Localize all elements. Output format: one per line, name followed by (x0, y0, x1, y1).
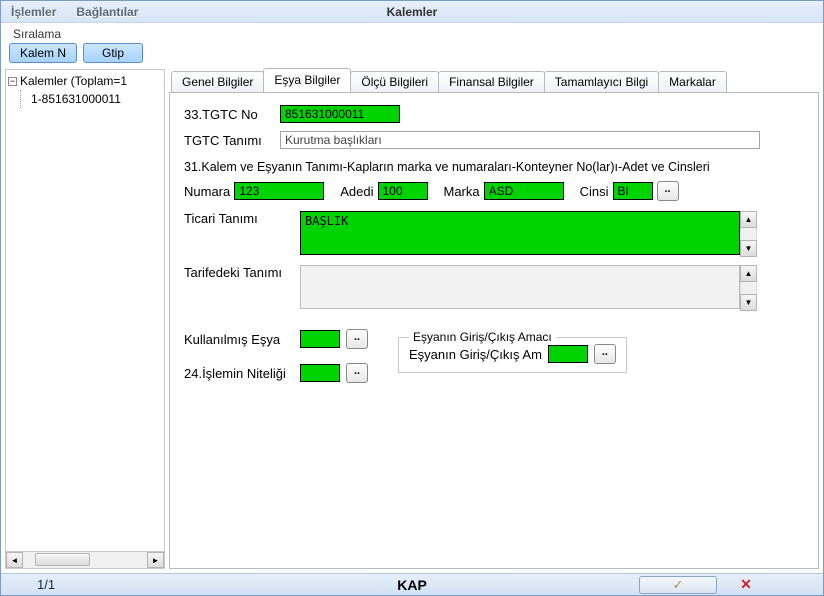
cinsi-label: Cinsi (580, 184, 609, 199)
tabs: Genel Bilgiler Eşya Bilgiler Ölçü Bilgil… (169, 69, 819, 93)
ticari-scrollbar[interactable]: ▲ ▼ (740, 211, 757, 257)
menu-islemler[interactable]: İşlemler (1, 1, 66, 23)
scroll-left-icon[interactable]: ◄ (6, 552, 23, 568)
tree-root[interactable]: − Kalemler (Toplam=1 (6, 72, 164, 90)
tgtc-no-label: 33.TGTC No (184, 107, 274, 122)
ticari-label: Ticari Tanımı (184, 211, 294, 226)
kullanilmis-label: Kullanılmış Eşya (184, 332, 294, 347)
sort-gtip-button[interactable]: Gtip (83, 43, 143, 63)
giris-amac-lookup-button[interactable]: .. (594, 344, 616, 364)
tgtc-tanim-field[interactable] (280, 131, 760, 149)
ticari-textarea[interactable] (300, 211, 740, 255)
tree-list: − Kalemler (Toplam=1 1-851631000011 (6, 70, 164, 551)
tree-scrollbar[interactable]: ◄ ► (6, 551, 164, 568)
menu-baglantilar[interactable]: Bağlantılar (66, 1, 148, 23)
collapse-icon[interactable]: − (8, 77, 17, 86)
body: − Kalemler (Toplam=1 1-851631000011 ◄ ► … (1, 69, 823, 573)
scroll-up-icon[interactable]: ▲ (740, 211, 757, 228)
tab-panel-esya: 33.TGTC No TGTC Tanımı 31.Kalem ve Eşyan… (169, 93, 819, 569)
delete-icon: ✕ (740, 576, 752, 593)
cinsi-lookup-button[interactable]: .. (657, 181, 679, 201)
adedi-label: Adedi (340, 184, 373, 199)
window: İşlemler Bağlantılar Kalemler Sıralama K… (0, 0, 824, 596)
tarifedeki-scrollbar[interactable]: ▲ ▼ (740, 265, 757, 311)
tab-genel[interactable]: Genel Bilgiler (171, 71, 264, 92)
sort-label: Sıralama (13, 27, 815, 41)
titlebar: İşlemler Bağlantılar Kalemler (1, 1, 823, 23)
numara-field[interactable] (234, 182, 324, 200)
tab-esya[interactable]: Eşya Bilgiler (263, 68, 351, 92)
tab-finansal[interactable]: Finansal Bilgiler (438, 71, 545, 92)
record-counter: 1/1 (37, 577, 55, 592)
sort-kalem-button[interactable]: Kalem N (9, 43, 77, 63)
tab-markalar[interactable]: Markalar (658, 71, 727, 92)
scroll-thumb[interactable] (35, 553, 90, 566)
tab-olcu[interactable]: Ölçü Bilgileri (350, 71, 439, 92)
giris-amac-label: Eşyanın Giriş/Çıkış Am (409, 347, 542, 362)
tabs-pane: Genel Bilgiler Eşya Bilgiler Ölçü Bilgil… (169, 69, 819, 569)
marka-field[interactable] (484, 182, 564, 200)
scroll-down-icon[interactable]: ▼ (740, 294, 757, 311)
scroll-track[interactable] (23, 552, 147, 568)
islem-nitelik-lookup-button[interactable]: .. (346, 363, 368, 383)
tarifedeki-textarea[interactable] (300, 265, 740, 309)
kullanilmis-lookup-button[interactable]: .. (346, 329, 368, 349)
scroll-right-icon[interactable]: ► (147, 552, 164, 568)
tgtc-no-field[interactable] (280, 105, 400, 123)
numara-label: Numara (184, 184, 230, 199)
islem-nitelik-field[interactable] (300, 364, 340, 382)
tab-tamamlayici[interactable]: Tamamlayıcı Bilgi (544, 71, 659, 92)
islem-nitelik-label: 24.İşlemin Niteliği (184, 366, 294, 381)
sort-bar: Sıralama Kalem N Gtip (1, 23, 823, 69)
giris-amac-field[interactable] (548, 345, 588, 363)
check-icon: ✓ (673, 577, 684, 593)
tree-item[interactable]: 1-851631000011 (20, 90, 164, 108)
cinsi-field[interactable] (613, 182, 653, 200)
adedi-field[interactable] (378, 182, 428, 200)
scroll-up-icon[interactable]: ▲ (740, 265, 757, 282)
delete-button[interactable]: ✕ (737, 576, 755, 594)
giris-amac-legend: Eşyanın Giriş/Çıkış Amacı (409, 330, 556, 344)
tgtc-tanim-label: TGTC Tanımı (184, 133, 274, 148)
kullanilmis-field[interactable] (300, 330, 340, 348)
giris-amac-fieldset: Eşyanın Giriş/Çıkış Amacı Eşyanın Giriş/… (398, 337, 627, 373)
marka-label: Marka (444, 184, 480, 199)
tarifedeki-label: Tarifedeki Tanımı (184, 265, 294, 280)
tree-root-label: Kalemler (Toplam=1 (20, 74, 127, 88)
ok-button[interactable]: ✓ (639, 576, 717, 594)
section31-label: 31.Kalem ve Eşyanın Tanımı-Kapların mark… (184, 159, 804, 175)
scroll-down-icon[interactable]: ▼ (740, 240, 757, 257)
tree-pane: − Kalemler (Toplam=1 1-851631000011 ◄ ► (5, 69, 165, 569)
statusbar: 1/1 KAP ✓ ✕ (1, 573, 823, 595)
